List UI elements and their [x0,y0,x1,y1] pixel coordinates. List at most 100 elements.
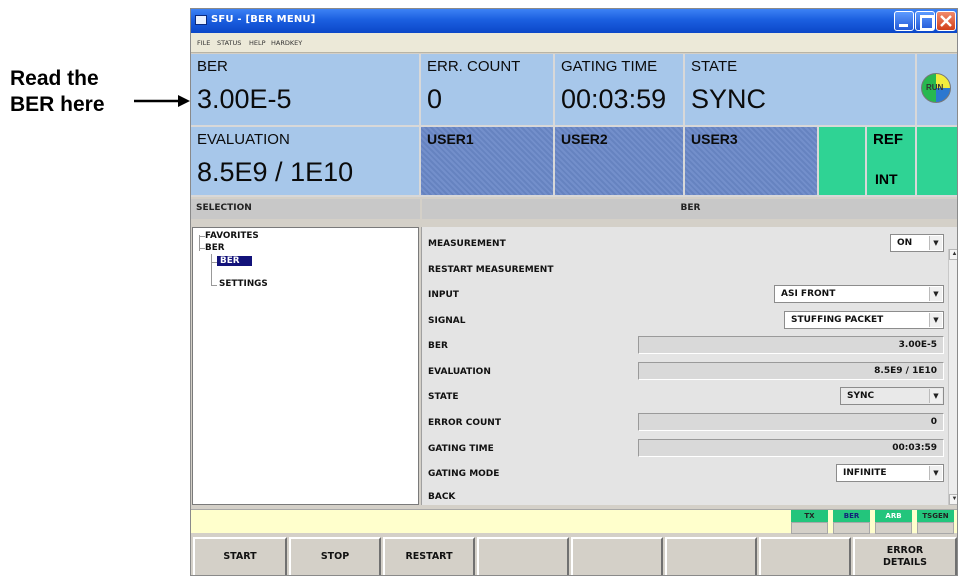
gating-time-tile-value: 00:03:59 [561,84,667,114]
mode-tab-arb[interactable]: ARB [875,510,913,534]
run-indicator-icon: RUN [921,73,951,103]
ber-tile-label: BER [197,58,228,75]
mode-tab-arb-slot [875,522,912,534]
selection-header: SELECTION [191,199,420,219]
restart-button[interactable]: RESTART [383,537,475,575]
ref-label: REF [873,131,903,148]
menu-bar: FILE STATUS HELP HARDKEY [191,33,957,53]
scroll-down-icon[interactable]: ▼ [949,494,957,505]
evaluation-label: EVALUATION [428,367,491,377]
gating-mode-value: INFINITE [843,468,887,478]
restart-measurement-button[interactable]: RESTART MEASUREMENT [428,265,553,275]
state-label: STATE [428,392,459,402]
tree-line [211,254,212,286]
user2-label: USER2 [561,131,608,147]
measurement-select[interactable]: ON ▼ [890,234,944,252]
gating-time-tile[interactable]: GATING TIME 00:03:59 [555,54,685,127]
mode-tab-tsgen-label: TSGEN [917,510,954,522]
ber-label: BER [428,341,448,351]
user1-tile[interactable]: USER1 [421,127,555,197]
mode-tab-tsgen[interactable]: TSGEN [917,510,955,534]
ber-panel-header: BER [422,199,957,219]
back-button[interactable]: BACK [428,492,455,502]
softkey-5[interactable] [571,537,663,575]
scroll-up-icon[interactable]: ▲ [949,249,957,260]
app-window: SFU - [BER MENU] FILE STATUS HELP HARDKE… [190,8,958,576]
state-tile[interactable]: STATE SYNC [685,54,917,127]
input-select[interactable]: ASI FRONT ▼ [774,285,944,303]
measurement-value: ON [897,238,913,248]
signal-value: STUFFING PACKET [791,315,884,325]
green-status-tile [819,127,867,197]
tree-item-ber-group[interactable]: BER [205,243,225,253]
gating-mode-select[interactable]: INFINITE ▼ [836,464,944,482]
close-icon [940,15,952,27]
start-button[interactable]: START [193,537,287,575]
minimize-button[interactable] [894,11,914,31]
evaluation-readout: 8.5E9 / 1E10 [638,362,944,380]
chevron-down-icon: ▼ [929,389,942,403]
measurement-label: MEASUREMENT [428,239,506,249]
state-select: SYNC ▼ [840,387,944,405]
signal-select[interactable]: STUFFING PACKET ▼ [784,311,944,329]
state-value: SYNC [847,391,875,401]
mode-tab-arb-label: ARB [875,510,912,522]
evaluation-tile[interactable]: EVALUATION 8.5E9 / 1E10 [191,127,421,197]
user1-label: USER1 [427,131,474,147]
close-button[interactable] [936,11,956,31]
error-count-label: ERROR COUNT [428,418,501,428]
state-tile-label: STATE [691,58,738,75]
mode-tab-ber[interactable]: BER [833,510,871,534]
user3-label: USER3 [691,131,738,147]
softkey-7[interactable] [759,537,851,575]
softkey-4[interactable] [477,537,569,575]
ref-int-label: INT [875,171,898,187]
err-count-tile[interactable]: ERR. COUNT 0 [421,54,555,127]
gating-time-readout: 00:03:59 [638,439,944,457]
app-icon [195,15,207,25]
error-count-readout: 0 [638,413,944,431]
gating-time-label: GATING TIME [428,444,494,454]
ber-parameter-panel: MEASUREMENT ON ▼ RESTART MEASUREMENT INP… [421,227,957,505]
vertical-scrollbar[interactable]: ▲ ▼ [948,249,957,505]
maximize-button[interactable] [915,11,935,31]
chevron-down-icon: ▼ [929,236,942,250]
state-tile-value: SYNC [691,84,767,114]
ber-tile[interactable]: BER 3.00E-5 [191,54,421,127]
mode-tab-tx[interactable]: TX [791,510,829,534]
input-label: INPUT [428,290,459,300]
tree-item-favorites[interactable]: FAVORITES [205,231,259,241]
title-bar[interactable]: SFU - [BER MENU] [191,9,957,33]
menu-hardkey[interactable]: HARDKEY [271,39,302,47]
user3-tile[interactable]: USER3 [685,127,819,197]
chevron-down-icon: ▼ [929,287,942,301]
menu-help[interactable]: HELP [249,39,266,47]
tree-line [211,285,217,286]
mode-tab-tx-slot [791,522,828,534]
evaluation-tile-value: 8.5E9 / 1E10 [197,157,354,187]
menu-status[interactable]: STATUS [217,39,241,47]
status-bar: TX BER ARB TSGEN [191,509,957,534]
window-title: SFU - [BER MENU] [211,14,316,25]
error-details-button[interactable]: ERROR DETAILS [853,537,957,575]
stop-button[interactable]: STOP [289,537,381,575]
run-label: RUN [926,83,944,92]
ref-tile[interactable]: REF INT [867,127,917,197]
softkey-6[interactable] [665,537,757,575]
mode-tab-ber-slot [833,522,870,534]
annotation-arrow-icon [134,95,190,107]
menu-file[interactable]: FILE [197,39,210,47]
gating-mode-label: GATING MODE [428,469,500,479]
green-status-tile-2 [917,127,957,197]
tree-item-ber[interactable]: BER [217,256,252,266]
chevron-down-icon: ▼ [929,466,942,480]
user2-tile[interactable]: USER2 [555,127,685,197]
input-value: ASI FRONT [781,289,836,299]
tree-item-settings[interactable]: SETTINGS [219,279,268,289]
chevron-down-icon: ▼ [929,313,942,327]
err-count-tile-label: ERR. COUNT [427,58,521,75]
run-tile[interactable]: RUN [917,54,957,127]
err-count-tile-value: 0 [427,84,443,114]
mode-tab-tsgen-slot [917,522,954,534]
mode-tab-ber-label: BER [833,510,870,522]
